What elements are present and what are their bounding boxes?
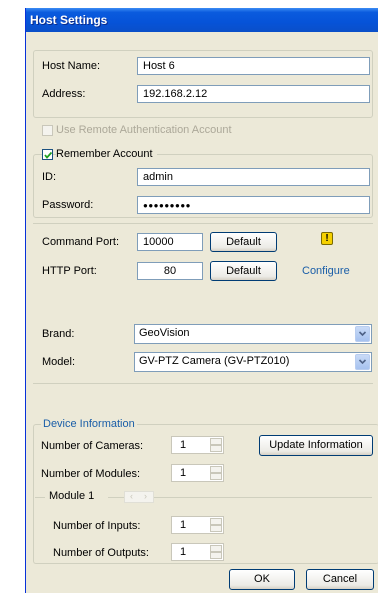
command-default-button[interactable]: Default [210, 232, 277, 252]
spin-up-icon[interactable] [210, 466, 222, 473]
modules-stepper[interactable]: 1 [171, 464, 224, 482]
id-input[interactable]: admin [137, 168, 370, 186]
checkmark-icon [44, 151, 53, 159]
brand-value: GeoVision [139, 327, 190, 339]
outputs-value: 1 [180, 546, 187, 558]
inputs-value: 1 [180, 519, 187, 531]
cameras-label: Number of Cameras: [41, 440, 144, 452]
outputs-label: Number of Outputs: [53, 547, 149, 559]
http-port-label: HTTP Port: [42, 265, 97, 277]
configure-link[interactable]: Configure [302, 265, 350, 277]
remember-account-checkbox[interactable] [42, 149, 53, 160]
password-input[interactable]: ●●●●●●●●● [137, 196, 370, 214]
host-settings-window: Host Settings Host Name: Host 6 Address:… [25, 8, 378, 593]
module-pager[interactable]: ‹ › [124, 491, 154, 503]
brand-label: Brand: [42, 328, 75, 340]
inputs-stepper[interactable]: 1 [171, 516, 224, 534]
http-default-button[interactable]: Default [210, 261, 277, 281]
address-label: Address: [42, 88, 86, 100]
command-port-label: Command Port: [42, 236, 120, 248]
spin-down-icon[interactable] [210, 445, 222, 452]
warning-icon[interactable]: ! [321, 232, 333, 245]
command-port-input[interactable]: 10000 [137, 233, 203, 251]
arrow-right-icon[interactable]: › [144, 491, 147, 501]
http-port-input[interactable]: 80 [137, 262, 203, 280]
model-label: Model: [42, 356, 76, 368]
model-value: GV-PTZ Camera (GV-PTZ010) [139, 355, 290, 367]
spin-down-icon[interactable] [210, 473, 222, 480]
update-information-button[interactable]: Update Information [259, 435, 373, 456]
window-title: Host Settings [30, 13, 108, 27]
password-label: Password: [42, 199, 94, 211]
address-input[interactable]: 192.168.2.12 [137, 85, 370, 103]
title-bar[interactable]: Host Settings [26, 8, 378, 32]
use-remote-auth-label: Use Remote Authentication Account [56, 124, 232, 136]
cancel-button[interactable]: Cancel [306, 569, 374, 590]
host-name-label: Host Name: [42, 60, 101, 72]
spin-down-icon[interactable] [210, 552, 222, 559]
device-info-legend: Device Information [41, 418, 137, 430]
modules-value: 1 [180, 467, 187, 479]
ok-button[interactable]: OK [229, 569, 295, 590]
host-name-input[interactable]: Host 6 [137, 57, 370, 75]
spin-down-icon[interactable] [210, 525, 222, 532]
ports-separator [33, 223, 373, 224]
inputs-label: Number of Inputs: [53, 520, 141, 532]
modules-label: Number of Modules: [41, 468, 141, 480]
chevron-down-icon[interactable] [355, 354, 370, 370]
cameras-stepper[interactable]: 1 [171, 436, 224, 454]
use-remote-auth-checkbox[interactable] [42, 125, 53, 136]
device-separator [33, 383, 373, 384]
spin-up-icon[interactable] [210, 518, 222, 525]
chevron-down-icon[interactable] [355, 326, 370, 342]
model-select[interactable]: GV-PTZ Camera (GV-PTZ010) [134, 352, 372, 372]
module-label: Module 1 [45, 490, 109, 502]
spin-up-icon[interactable] [210, 545, 222, 552]
remember-account-label: Remember Account [56, 148, 157, 160]
arrow-left-icon[interactable]: ‹ [130, 491, 133, 501]
cameras-value: 1 [180, 439, 187, 451]
brand-select[interactable]: GeoVision [134, 324, 372, 344]
outputs-stepper[interactable]: 1 [171, 543, 224, 561]
spin-up-icon[interactable] [210, 438, 222, 445]
id-label: ID: [42, 171, 57, 183]
